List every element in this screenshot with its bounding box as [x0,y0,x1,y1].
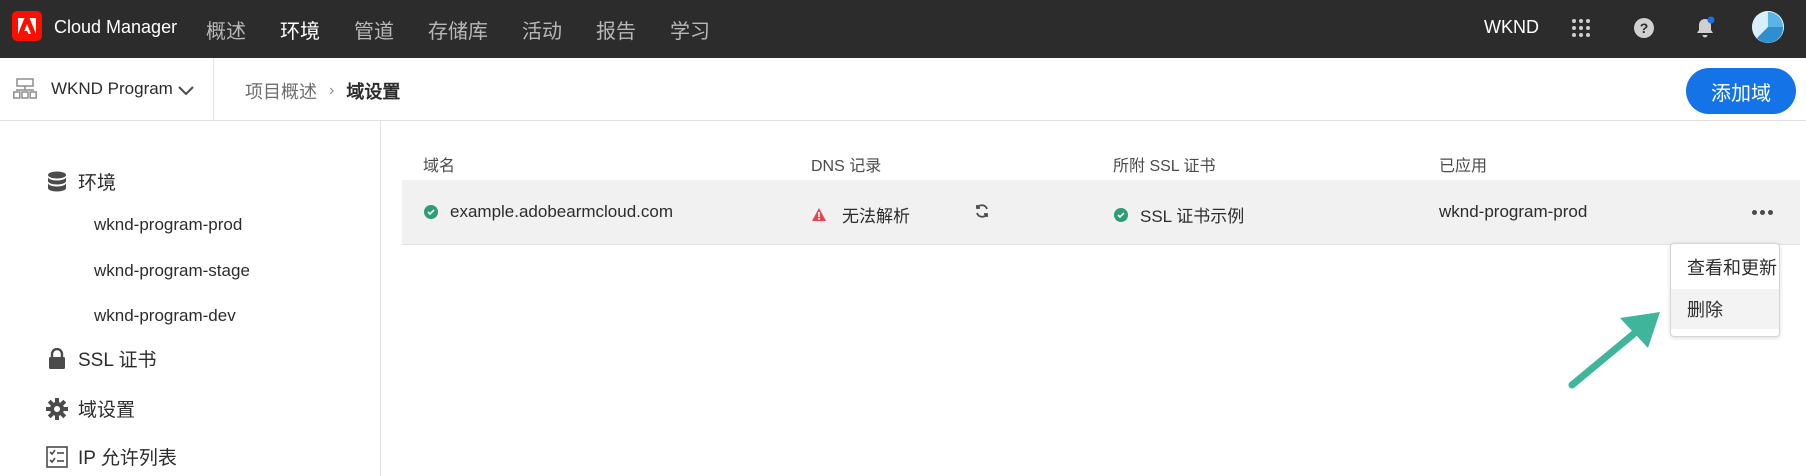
chevron-right-icon: › [329,82,335,99]
table-row[interactable]: example.adobearmcloud.com 无法解析 SSL 证书示例 … [402,180,1800,245]
sidebar-item-label: 域设置 [78,400,136,421]
notifications-bell-icon[interactable] [1691,14,1719,42]
gear-icon [46,397,68,420]
refresh-icon[interactable] [974,203,990,219]
ssl-certificate-name: SSL 证书示例 [1140,207,1245,226]
sidebar-env-stage[interactable]: wknd-program-stage [94,261,250,281]
breadcrumb: 项目概述 › 域设置 [245,78,400,104]
add-domain-button[interactable]: 添加域 [1686,68,1796,114]
warning-icon [812,208,826,221]
column-header-domain[interactable]: 域名 [423,152,455,176]
row-actions-menu: 查看和更新 删除 [1670,243,1780,337]
apps-grid-icon[interactable] [1567,14,1595,42]
nav-item-overview[interactable]: 概述 [206,15,246,44]
checklist-icon [46,445,68,468]
nav-item-reports[interactable]: 报告 [596,15,636,44]
database-icon [46,171,68,193]
ssl-cell: SSL 证书示例 [1114,202,1244,227]
column-header-ssl[interactable]: 所附 SSL 证书 [1113,152,1216,176]
sidebar-item-domain-settings[interactable]: 域设置 [46,395,135,422]
dns-status-text: 无法解析 [842,207,910,226]
sidebar-item-ip-allow-list[interactable]: IP 允许列表 [46,443,177,470]
help-icon[interactable]: ? [1630,14,1658,42]
more-actions-icon[interactable] [1747,200,1777,224]
lock-icon [46,347,68,370]
sidebar-env-prod[interactable]: wknd-program-prod [94,215,242,235]
menu-item-delete[interactable]: 删除 [1671,289,1779,329]
sidebar-env-dev[interactable]: wknd-program-dev [94,306,236,326]
sidebar-item-environments[interactable]: 环境 [46,168,116,195]
column-header-dns[interactable]: DNS 记录 [811,152,881,176]
page-title: 域设置 [346,82,401,102]
nav-item-learn[interactable]: 学习 [670,15,710,44]
program-icon [13,78,37,105]
sidebar-item-label: SSL 证书 [78,350,157,371]
nav-item-repositories[interactable]: 存储库 [428,15,488,44]
dns-cell: 无法解析 [812,202,910,227]
top-navigation-bar: Cloud Manager 概述 环境 管道 存储库 活动 报告 学习 WKND… [0,0,1806,58]
domain-cell: example.adobearmcloud.com [424,202,673,222]
program-switcher[interactable]: WKND Program [0,58,214,120]
sidebar-item-ssl-certificates[interactable]: SSL 证书 [46,345,157,372]
program-header: WKND Program 项目概述 › 域设置 添加域 [0,58,1806,121]
applied-environment: wknd-program-prod [1439,202,1588,221]
user-avatar[interactable] [1752,11,1784,43]
program-name: WKND Program [51,79,173,98]
column-header-applied[interactable]: 已应用 [1439,152,1487,176]
sidebar-item-label: IP 允许列表 [78,448,177,469]
sidebar-item-label: 环境 [78,173,117,194]
nav-item-pipelines[interactable]: 管道 [354,15,394,44]
domain-name: example.adobearmcloud.com [450,202,674,221]
annotation-arrow-icon [1568,312,1660,389]
success-check-icon [1114,207,1128,222]
chevron-down-icon [178,83,194,101]
main-nav: 概述 环境 管道 存储库 活动 报告 学习 [206,0,744,58]
menu-item-view-update[interactable]: 查看和更新 [1671,247,1779,287]
sidebar: 环境 wknd-program-prod wknd-program-stage … [0,121,381,476]
nav-item-activity[interactable]: 活动 [522,15,562,44]
adobe-logo-icon[interactable] [12,11,42,41]
nav-item-environments[interactable]: 环境 [280,15,320,44]
breadcrumb-program-overview[interactable]: 项目概述 [245,78,317,104]
svg-text:?: ? [1640,20,1649,36]
success-check-icon [424,205,438,219]
app-name[interactable]: Cloud Manager [54,17,177,38]
org-switcher[interactable]: WKND [1484,17,1539,38]
